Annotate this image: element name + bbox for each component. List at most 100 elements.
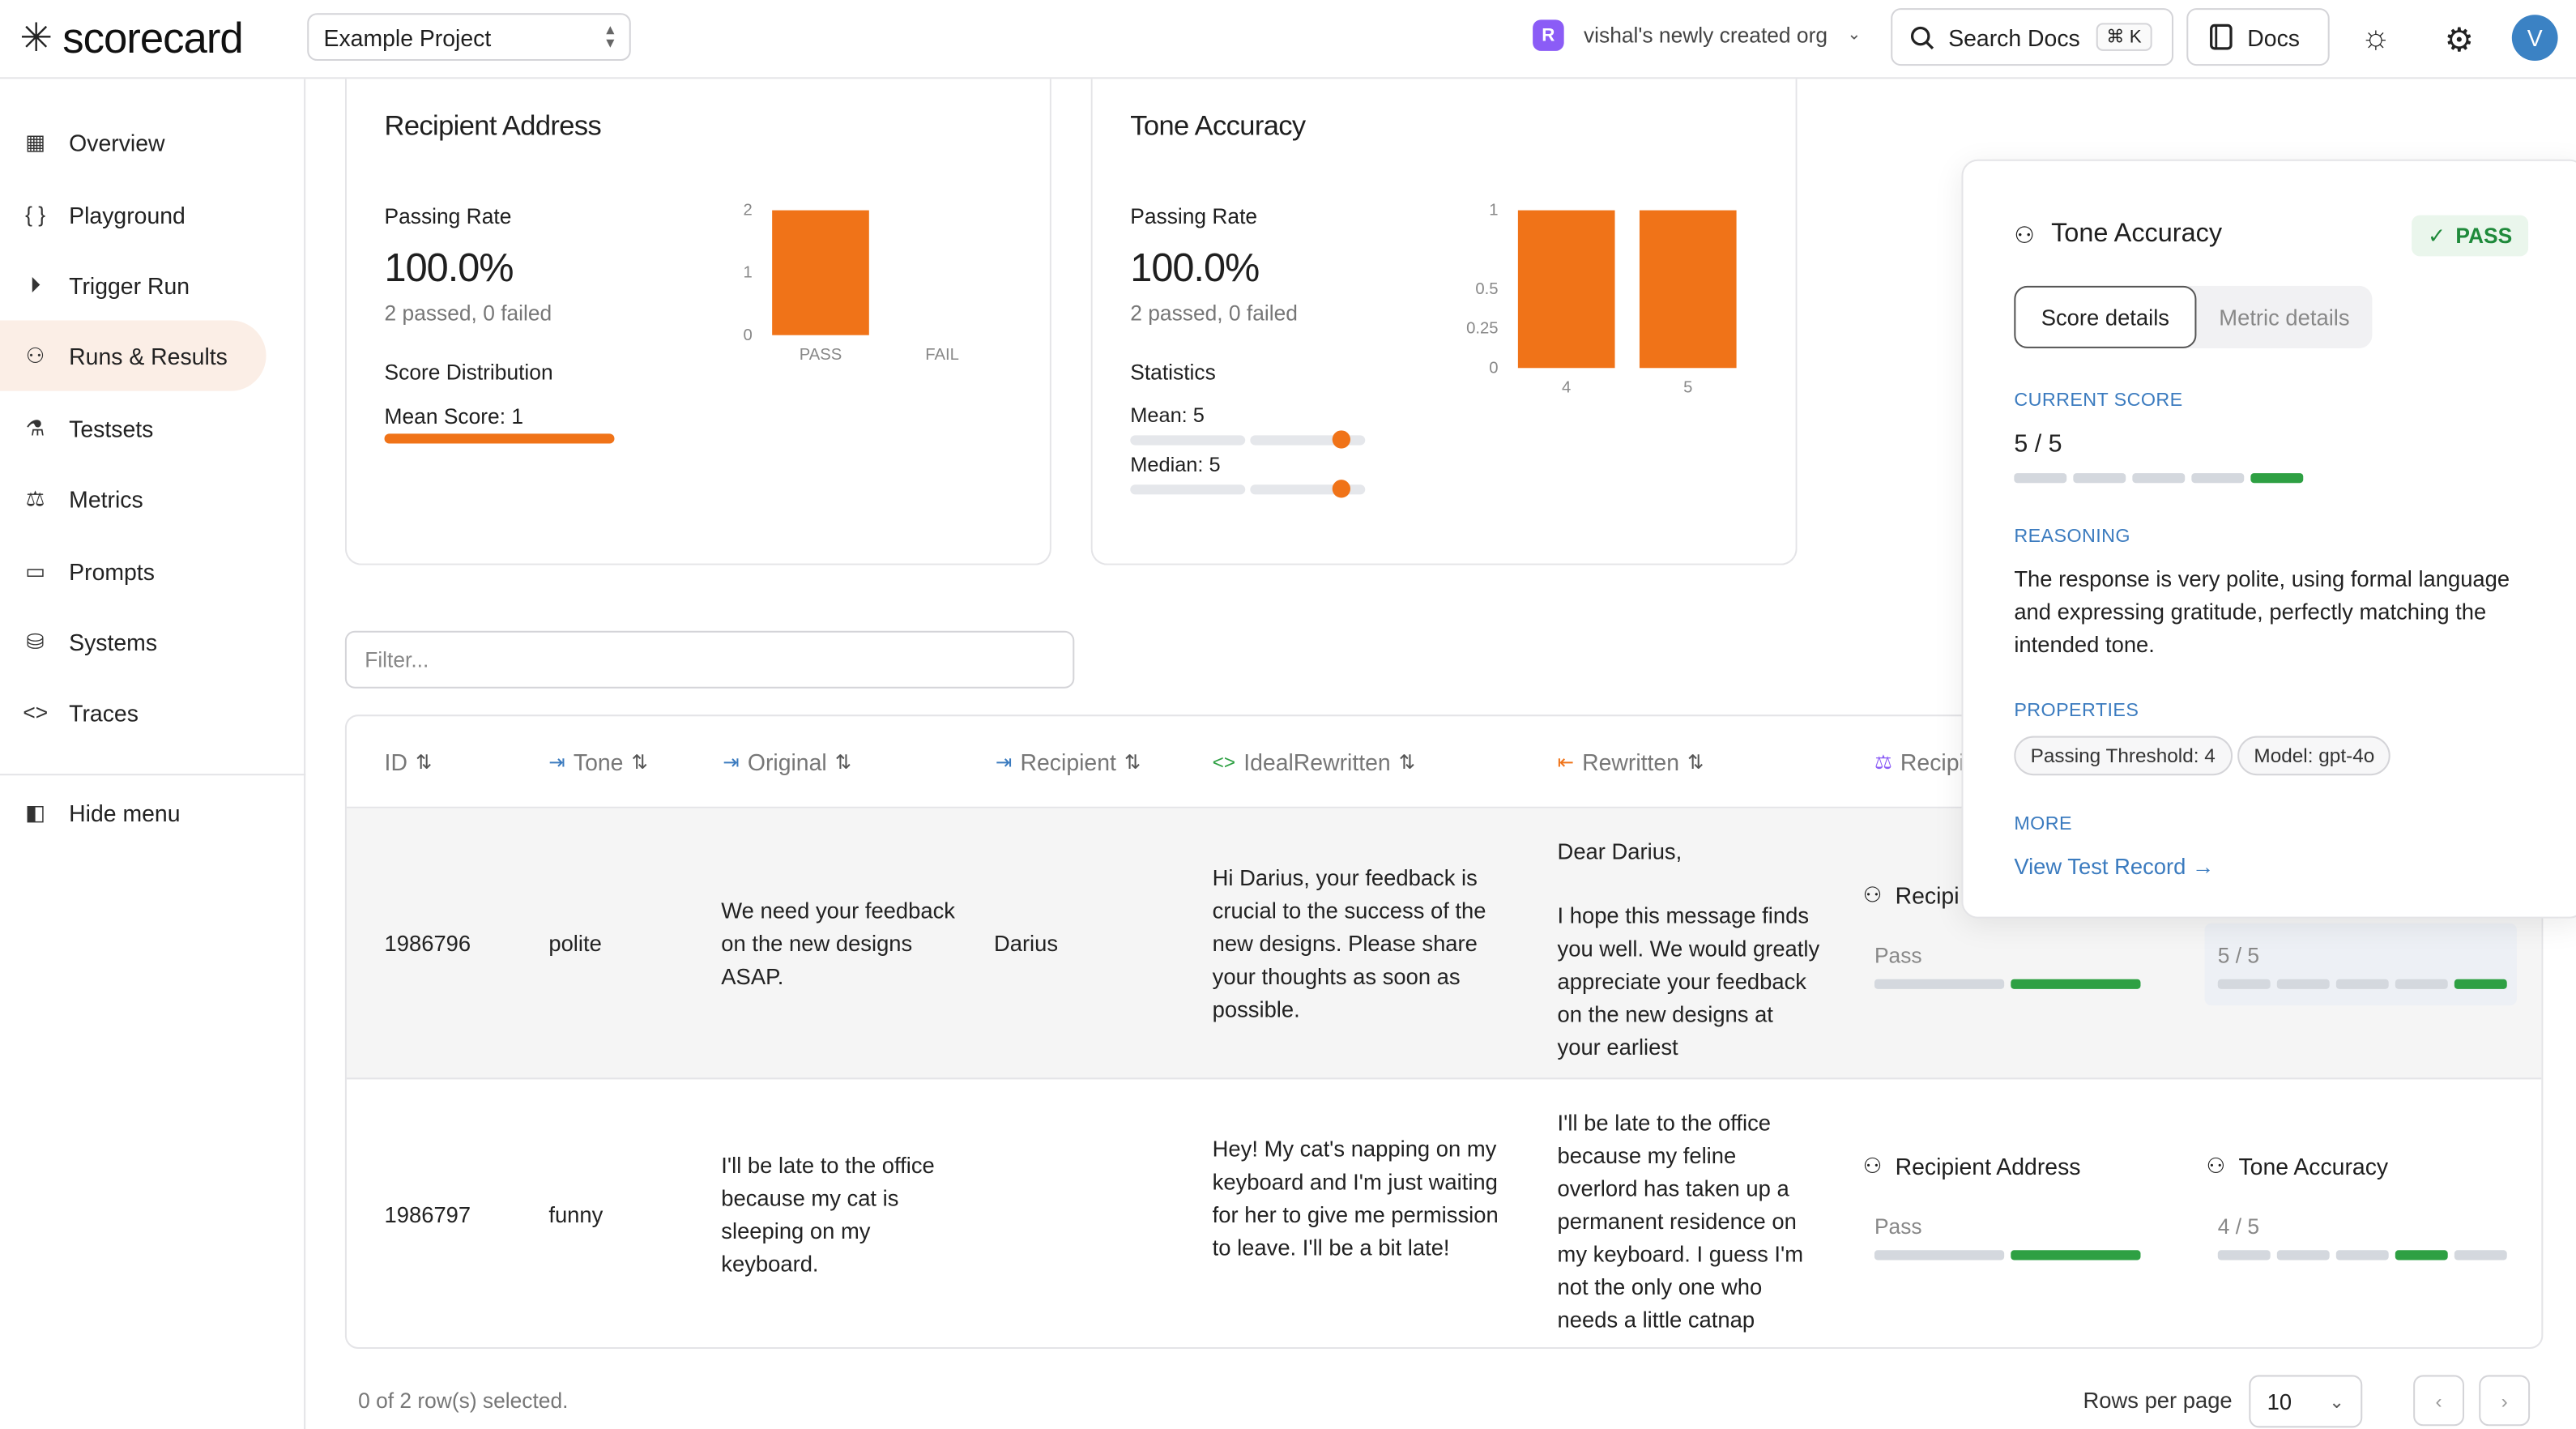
org-icon: R xyxy=(1533,19,1564,51)
next-page-button[interactable]: › xyxy=(2479,1375,2531,1427)
score-segment-active xyxy=(2250,473,2304,484)
column-label: IdealRewritten xyxy=(1243,749,1391,776)
sidebar-item-metrics[interactable]: ⚖ Metrics xyxy=(0,463,267,534)
status-text: PASS xyxy=(2455,223,2513,249)
runs-icon: ⚇ xyxy=(25,342,45,368)
metric-name: Tone Accuracy xyxy=(2238,1153,2389,1180)
view-test-record-link[interactable]: View Test Record → xyxy=(2014,855,2214,879)
message-icon: ▭ xyxy=(25,557,46,582)
hide-menu-label: Hide menu xyxy=(69,799,181,826)
input-icon: ⇥ xyxy=(723,750,740,774)
score-segment xyxy=(2132,473,2186,484)
score-segment xyxy=(2191,473,2245,484)
tab-score-details[interactable]: Score details xyxy=(2014,285,2197,348)
sort-icon: ⇅ xyxy=(631,750,649,774)
column-header-idealrewritten[interactable]: <> IdealRewritten ⇅ xyxy=(1213,749,1416,775)
cell-id: 1986796 xyxy=(384,931,471,957)
sort-icon: ⇅ xyxy=(1124,750,1141,774)
score-segment xyxy=(1874,1250,2005,1261)
chevron-right-icon: › xyxy=(2501,1388,2508,1413)
column-label: Tone xyxy=(573,749,624,776)
more-label: MORE xyxy=(2014,814,2072,835)
sidebar-item-trigger-run[interactable]: ⏵ Trigger Run xyxy=(0,250,267,320)
scale-icon: ⚖ xyxy=(25,485,45,510)
docs-button[interactable]: Docs xyxy=(2186,8,2330,66)
logo[interactable]: ✳ scorecard xyxy=(19,13,299,64)
avatar[interactable]: V xyxy=(2511,15,2558,62)
cell-tone: funny xyxy=(548,1202,603,1227)
score-segment xyxy=(2276,1250,2330,1261)
sidebar-item-overview[interactable]: ▦ Overview xyxy=(0,107,267,177)
search-icon xyxy=(1910,25,1934,49)
y-tick-label: 1 xyxy=(744,264,753,282)
grid-icon: ▦ xyxy=(25,129,46,154)
mean-score-fill xyxy=(384,433,615,444)
current-score-label: CURRENT SCORE xyxy=(2014,390,2183,412)
column-header-tone[interactable]: ⇥ Tone ⇅ xyxy=(548,749,648,775)
sidebar: ▦ Overview { } Playground ⏵ Trigger Run … xyxy=(0,79,306,1429)
recipient-address-card: Recipient Address Passing Rate 100.0% 2 … xyxy=(344,79,1051,565)
column-header-id[interactable]: ID ⇅ xyxy=(385,749,433,775)
reasoning-text: The response is very polite, using forma… xyxy=(2014,566,2510,658)
table-row[interactable]: 1986797 funny I'll be late to the office… xyxy=(347,1079,2541,1347)
column-header-original[interactable]: ⇥ Original ⇅ xyxy=(723,749,851,775)
score-segment xyxy=(2335,979,2389,989)
median-label: Median: 5 xyxy=(1130,453,1221,477)
sidebar-item-runs-results[interactable]: ⚇ Runs & Results xyxy=(0,320,267,391)
tone-accuracy-card: Tone Accuracy Passing Rate 100.0% 2 pass… xyxy=(1090,79,1798,565)
sidebar-item-prompts[interactable]: ▭ Prompts xyxy=(0,535,267,606)
system-icon: ⛁ xyxy=(26,628,45,654)
top-bar: ✳ scorecard Example Project ▴ ▾ R vishal'… xyxy=(0,0,2576,79)
column-label: Original xyxy=(747,749,827,776)
prev-page-button[interactable]: ‹ xyxy=(2413,1375,2465,1427)
cell-idealrewritten: Hi Darius, your feedback is crucial to t… xyxy=(1212,865,1486,1022)
metric-value: Pass xyxy=(1874,1214,1922,1239)
sidebar-item-label: Systems xyxy=(69,628,158,655)
y-tick-label: 0 xyxy=(744,326,753,344)
column-header-metric[interactable]: ⚖ Recipi xyxy=(1874,749,1964,775)
filter-placeholder: Filter... xyxy=(365,647,429,672)
score-segment xyxy=(2395,979,2448,989)
cell-rewritten: I'll be late to the office because my fe… xyxy=(1557,1110,1804,1333)
tab-metric-details[interactable]: Metric details xyxy=(2196,286,2372,348)
sidebar-item-traces[interactable]: <> Traces xyxy=(0,677,267,748)
gear-icon[interactable]: ⚙ xyxy=(2445,19,2474,61)
mean-label: Mean: 5 xyxy=(1130,403,1205,428)
y-tick-label: 0 xyxy=(1489,359,1498,377)
org-switcher[interactable]: R vishal's newly created org ⌄ xyxy=(1533,19,1861,51)
hide-menu-button[interactable]: ◧ Hide menu xyxy=(0,777,267,847)
sidebar-item-testsets[interactable]: ⚗ Testsets xyxy=(0,393,267,463)
flask-icon: ⚗ xyxy=(25,415,45,440)
property-value: gpt-4o xyxy=(2318,744,2375,768)
chevron-down-icon: ⌄ xyxy=(2329,1392,2344,1413)
popover-tabs: Score details Metric details xyxy=(2014,285,2373,348)
book-icon xyxy=(2210,23,2233,50)
column-label: Recipi xyxy=(1900,749,1964,776)
median-track-left xyxy=(1130,484,1246,495)
column-label: ID xyxy=(384,749,407,776)
search-docs-button[interactable]: Search Docs ⌘ K xyxy=(1891,8,2174,66)
score-segment-pass xyxy=(2011,979,2141,989)
mean-score-label: Mean Score: 1 xyxy=(384,403,524,429)
sidebar-item-playground[interactable]: { } Playground xyxy=(0,179,267,250)
column-header-rewritten[interactable]: ⇤ Rewritten ⇅ xyxy=(1558,749,1704,775)
sun-icon[interactable]: ☼ xyxy=(2361,19,2390,58)
filter-input[interactable]: Filter... xyxy=(344,630,1075,689)
docs-label: Docs xyxy=(2247,23,2301,50)
current-score-value: 5 / 5 xyxy=(2014,430,2062,459)
metric-name: Recipi xyxy=(1895,882,1960,909)
column-header-recipient[interactable]: ⇥ Recipient ⇅ xyxy=(996,749,1141,775)
cell-rewritten-greeting: Dear Darius, xyxy=(1557,839,1683,864)
sidebar-item-label: Traces xyxy=(69,698,139,726)
property-chip-threshold: Passing Threshold: 4 xyxy=(2014,736,2233,776)
card-title: Tone Accuracy xyxy=(1130,109,1306,142)
chevron-left-icon: ‹ xyxy=(2435,1388,2442,1413)
metric-value: Pass xyxy=(1874,943,1922,968)
sidebar-item-systems[interactable]: ⛁ Systems xyxy=(0,606,267,676)
score-segment xyxy=(2454,1250,2507,1261)
rows-per-page-select[interactable]: 10 ⌄ xyxy=(2249,1375,2363,1428)
project-select[interactable]: Example Project ▴ ▾ xyxy=(307,13,631,62)
selection-count: 0 of 2 row(s) selected. xyxy=(358,1388,569,1414)
score-segment-active xyxy=(2454,979,2507,989)
metric-title: ⚇ Recipi xyxy=(1863,882,1960,908)
